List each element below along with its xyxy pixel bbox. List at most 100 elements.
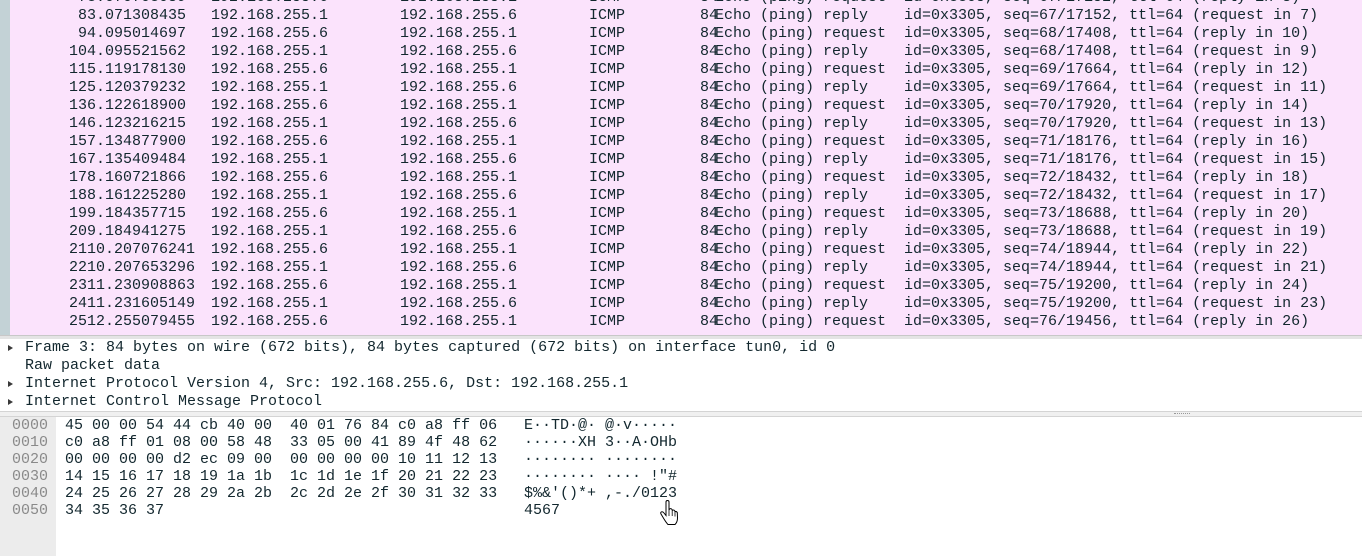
packet-row[interactable]: 16 7.135409484 192.168.255.1 192.168.255.6 I… [10, 151, 1362, 169]
expand-arrow-icon[interactable] [8, 381, 13, 387]
packet-cell-src: 192.168.255.1 [211, 295, 329, 312]
bytes-offset: 0040 [12, 485, 49, 502]
packet-cell-info: Echo (ping) reply id=0x3305, seq=73/1868… [715, 223, 1328, 240]
packet-cell-src: 192.168.255.6 [211, 205, 329, 222]
packet-cell-len: 84 [699, 313, 718, 330]
packet-cell-dst: 192.168.255.6 [400, 259, 518, 276]
packet-cell-len: 84 [699, 277, 718, 294]
expand-arrow-icon[interactable] [8, 345, 13, 351]
packet-cell-len: 84 [699, 79, 718, 96]
packet-row[interactable]: 9 4.095014697 192.168.255.6 192.168.255.1 IC… [10, 25, 1362, 43]
packet-cell-no: 24 [68, 295, 87, 312]
bytes-hex: 00 00 00 00 d2 ec 09 00 00 00 00 00 10 1… [65, 451, 498, 468]
packet-row[interactable]: 73.070703089 192.168.255.6 192.168.255.1 IC… [10, 0, 1362, 7]
packet-row[interactable]: 17 8.160721866 192.168.255.6 192.168.255.1 I… [10, 169, 1362, 187]
expand-arrow-icon[interactable] [8, 399, 13, 405]
packet-cell-time: 5.119178130 [87, 61, 187, 78]
packet-cell-dst: 192.168.255.6 [400, 223, 518, 240]
packet-cell-proto: ICMP [589, 187, 626, 204]
packet-row[interactable]: 10 4.095521562 192.168.255.1 192.168.255.6 I… [10, 43, 1362, 61]
packet-cell-info: Echo (ping) request id=0x3305, seq=74/18… [715, 241, 1310, 258]
packet-cell-proto: ICMP [589, 61, 626, 78]
packet-cell-src: 192.168.255.6 [211, 25, 329, 42]
packet-cell-info: Echo (ping) request id=0x3305, seq=70/17… [715, 97, 1310, 114]
packet-cell-src: 192.168.255.6 [211, 0, 328, 7]
packet-cell-src: 192.168.255.1 [211, 7, 329, 24]
bytes-ascii: ········ ········ [524, 451, 678, 468]
packet-cell-no: 13 [68, 97, 87, 114]
packet-cell-no: 8 [77, 7, 87, 24]
packet-cell-src: 192.168.255.6 [211, 241, 329, 258]
packet-cell-no: 20 [68, 223, 87, 240]
bytes-ascii: 4567 [524, 502, 561, 519]
packet-cell-info: Echo (ping) request id=0x3305, seq=75/19… [715, 277, 1310, 294]
packet-cell-src: 192.168.255.1 [211, 187, 329, 204]
bytes-hex: c0 a8 ff 01 08 00 58 48 33 05 00 41 89 4… [65, 434, 498, 451]
packet-cell-src: 192.168.255.6 [211, 97, 329, 114]
packet-cell-src: 192.168.255.1 [211, 43, 329, 60]
packet-cell-proto: ICMP [589, 313, 626, 330]
bytes-ascii: ········ ···· !"# [524, 468, 678, 485]
packet-cell-proto: ICMP [589, 133, 626, 150]
packet-cell-no: 19 [68, 205, 87, 222]
packet-cell-no: 7 [10, 0, 87, 7]
detail-tree-label: Internet Protocol Version 4, Src: 192.16… [25, 375, 629, 392]
packet-cell-src: 192.168.255.1 [211, 259, 329, 276]
packet-cell-proto: ICMP [589, 295, 626, 312]
bytes-hex: 14 15 16 17 18 19 1a 1b 1c 1d 1e 1f 20 2… [65, 468, 498, 485]
packet-row[interactable]: 20 9.184941275 192.168.255.1 192.168.255.6 I… [10, 223, 1362, 241]
packet-cell-dst: 192.168.255.6 [400, 151, 518, 168]
packet-cell-info: Echo (ping) reply id=0x3305, seq=70/1792… [715, 115, 1328, 132]
packet-cell-proto: ICMP [589, 25, 626, 42]
packet-row[interactable]: 23 11.230908863 192.168.255.6 192.168.255.1… [10, 277, 1362, 295]
packet-row[interactable]: 25 12.255079455 192.168.255.6 192.168.255.1… [10, 313, 1362, 331]
detail-tree-label: Frame 3: 84 bytes on wire (672 bits), 84… [25, 339, 836, 356]
packet-row[interactable]: 8 3.071308435 192.168.255.1 192.168.255.6 IC… [10, 7, 1362, 25]
bytes-offset: 0010 [12, 434, 49, 451]
packet-cell-no: 10 [68, 43, 87, 60]
packet-cell-len: 84 [699, 43, 718, 60]
packet-cell-len: 84 [699, 151, 718, 168]
splitter-grip-icon [1174, 413, 1190, 416]
packet-cell-time: 10.207076241 [87, 241, 196, 258]
packet-cell-info: Echo (ping) reply id=0x3305, seq=68/1740… [715, 43, 1319, 60]
packet-cell-info: Echo (ping) reply id=0x3305, seq=69/1766… [715, 79, 1328, 96]
packet-row[interactable]: 22 10.207653296 192.168.255.1 192.168.255.6… [10, 259, 1362, 277]
packet-row[interactable]: 12 5.120379232 192.168.255.1 192.168.255.6 I… [10, 79, 1362, 97]
packet-cell-no: 11 [68, 61, 87, 78]
packet-cell-time: 12.255079455 [87, 313, 196, 330]
detail-tree-item[interactable]: Internet Control Message Protocol [0, 393, 1362, 411]
packet-cell-len: 84 [699, 61, 718, 78]
packet-cell-dst: 192.168.255.6 [400, 79, 518, 96]
packet-cell-dst: 192.168.255.1 [400, 25, 518, 42]
packet-row[interactable]: 21 10.207076241 192.168.255.6 192.168.255.1… [10, 241, 1362, 259]
packet-row[interactable]: 24 11.231605149 192.168.255.1 192.168.255.6… [10, 295, 1362, 313]
packet-cell-info: Echo (ping) request id=0x3305, seq=76/19… [715, 313, 1310, 330]
packet-row[interactable]: 11 5.119178130 192.168.255.6 192.168.255.1 I… [10, 61, 1362, 79]
packet-row[interactable]: 13 6.122618900 192.168.255.6 192.168.255.1 I… [10, 97, 1362, 115]
detail-tree-label: Raw packet data [25, 357, 161, 374]
packet-cell-src: 192.168.255.6 [211, 169, 329, 186]
packet-details-pane[interactable]: Frame 3: 84 bytes on wire (672 bits), 84… [0, 339, 1362, 411]
packet-cell-dst: 192.168.255.1 [400, 169, 518, 186]
packet-cell-no: 12 [68, 79, 87, 96]
detail-tree-item[interactable]: Frame 3: 84 bytes on wire (672 bits), 84… [0, 339, 1362, 357]
packet-list-pane[interactable]: 73.070703089192.168.255.6192.168.255.1IC… [0, 0, 1362, 335]
packet-row[interactable]: 15 7.134877900 192.168.255.6 192.168.255.1 I… [10, 133, 1362, 151]
packet-cell-len: 84 [699, 7, 718, 24]
packet-cell-dst: 192.168.255.1 [400, 241, 518, 258]
detail-tree-item[interactable]: Raw packet data [0, 357, 1362, 375]
packet-row[interactable]: 18 8.161225280 192.168.255.1 192.168.255.6 I… [10, 187, 1362, 205]
packet-bytes-pane[interactable]: 0000 45 00 00 54 44 cb 40 00 40 01 76 84 … [0, 417, 1362, 556]
detail-tree-item[interactable]: Internet Protocol Version 4, Src: 192.16… [0, 375, 1362, 393]
packet-cell-info: Echo (ping) request id=0x3305, seq=71/18… [715, 133, 1310, 150]
packet-cell-time: 7.135409484 [87, 151, 187, 168]
packet-cell-proto: ICMP [589, 259, 626, 276]
packet-cell-dst: 192.168.255.1 [400, 277, 518, 294]
packet-cell-dst: 192.168.255.1 [400, 97, 518, 114]
packet-cell-proto: ICMP [589, 223, 626, 240]
packet-row[interactable]: 14 6.123216215 192.168.255.1 192.168.255.6 I… [10, 115, 1362, 133]
packet-row[interactable]: 19 9.184357715 192.168.255.6 192.168.255.1 I… [10, 205, 1362, 223]
packet-cell-no: 18 [68, 187, 87, 204]
packet-cell-dst: 192.168.255.6 [400, 187, 518, 204]
